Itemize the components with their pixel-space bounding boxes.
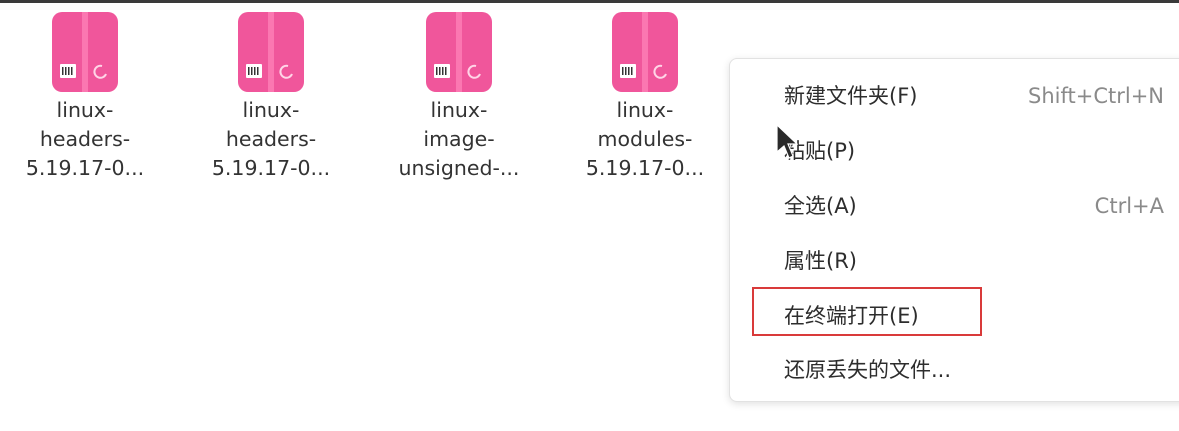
mouse-pointer-icon (776, 123, 799, 164)
file-name-line: linux- (616, 98, 674, 122)
file-name: linux- image- unsigned-... (384, 96, 534, 183)
menu-item-label: 新建文件夹(F) (784, 84, 918, 108)
file-name-line: linux- (242, 98, 300, 122)
file-name-line: unsigned-... (398, 156, 520, 180)
menu-item-label: 属性(R) (784, 249, 857, 273)
file-name-line: 5.19.17-0... (211, 156, 331, 180)
file-name-line: linux- (430, 98, 488, 122)
context-menu: 新建文件夹(F) Shift+Ctrl+N 粘贴(P) 全选(A) Ctrl+A… (729, 58, 1179, 402)
file-item[interactable]: linux- modules- 5.19.17-0... (570, 12, 720, 183)
menu-item-new-folder[interactable]: 新建文件夹(F) Shift+Ctrl+N (784, 76, 1179, 116)
file-name-line: 5.19.17-0... (585, 156, 705, 180)
file-name-line: modules- (597, 127, 693, 151)
file-name-line: linux- (56, 98, 114, 122)
file-name-line: image- (423, 127, 495, 151)
menu-item-shortcut: Shift+Ctrl+N (1028, 84, 1164, 108)
menu-item-label: 全选(A) (784, 194, 857, 218)
file-name-line: 5.19.17-0... (25, 156, 145, 180)
highlight-box (752, 287, 982, 336)
window-top-border (0, 0, 1179, 3)
file-name: linux- headers- 5.19.17-0... (10, 96, 160, 183)
file-name: linux- headers- 5.19.17-0... (196, 96, 346, 183)
debian-package-icon (52, 12, 118, 92)
file-item[interactable]: linux- image- unsigned-... (384, 12, 534, 183)
menu-item-select-all[interactable]: 全选(A) Ctrl+A (784, 186, 1179, 226)
menu-item-properties[interactable]: 属性(R) (784, 241, 1179, 281)
file-name: linux- modules- 5.19.17-0... (570, 96, 720, 183)
file-item[interactable]: linux- headers- 5.19.17-0... (10, 12, 160, 183)
debian-package-icon (426, 12, 492, 92)
menu-item-shortcut: Ctrl+A (1094, 194, 1164, 218)
file-item[interactable]: linux- headers- 5.19.17-0... (196, 12, 346, 183)
file-name-line: headers- (39, 127, 131, 151)
debian-package-icon (612, 12, 678, 92)
debian-package-icon (238, 12, 304, 92)
menu-item-restore-missing-files[interactable]: 还原丢失的文件... (784, 350, 1179, 390)
file-name-line: headers- (225, 127, 317, 151)
menu-item-paste[interactable]: 粘贴(P) (784, 131, 1179, 171)
menu-item-label: 还原丢失的文件... (784, 358, 952, 382)
